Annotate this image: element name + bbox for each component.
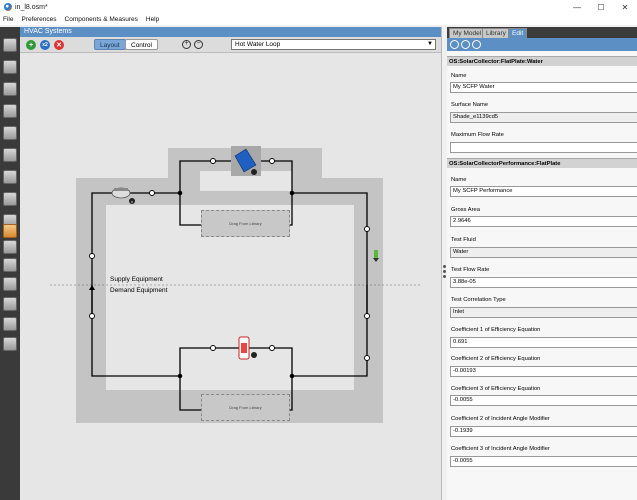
- space-types-icon[interactable]: [3, 126, 17, 140]
- demand-equipment-label: Demand Equipment: [110, 287, 168, 294]
- layout-tab[interactable]: Layout: [94, 39, 126, 50]
- menu-components-measures[interactable]: Components & Measures: [65, 16, 138, 23]
- inspector-panel: My Model Library Edit OS:SolarCollector:…: [447, 27, 637, 500]
- chevron-down-icon: ▼: [427, 41, 433, 47]
- section-header: OS:SolarCollector:FlatPlate:Water: [447, 56, 637, 66]
- zoom-out-icon[interactable]: −: [194, 40, 203, 49]
- performance-name-field[interactable]: My SCFP Performance: [450, 186, 637, 197]
- constructions-icon[interactable]: [3, 82, 17, 96]
- field-label: Coefficient 3 of Efficiency Equation: [451, 386, 541, 392]
- minimize-button[interactable]: —: [565, 0, 589, 14]
- field-label: Surface Name: [451, 102, 489, 108]
- delete-loop-button[interactable]: ✕: [54, 40, 64, 50]
- simulation-settings-icon[interactable]: [3, 258, 17, 272]
- field-label: Coefficient 2 of Incident Angle Modifier: [451, 416, 550, 422]
- drop-zone-supply[interactable]: Drag From Library: [201, 210, 290, 237]
- menu-file[interactable]: File: [3, 16, 13, 23]
- tab-my-model[interactable]: My Model: [449, 28, 486, 38]
- field-label: Name: [451, 73, 467, 79]
- supply-equipment-label: Supply Equipment: [110, 276, 163, 283]
- left-toolbar: [0, 27, 20, 500]
- window-title: in_l8.osm*: [15, 3, 48, 11]
- menu-bar: File Preferences Components & Measures H…: [0, 14, 637, 25]
- control-tab[interactable]: Control: [125, 39, 158, 50]
- field-label: Coefficient 2 of Efficiency Equation: [451, 356, 541, 362]
- tab-library[interactable]: Library: [482, 28, 510, 38]
- settings-icon[interactable]: [450, 40, 459, 49]
- section-header: OS:SolarCollectorPerformance:FlatPlate: [447, 158, 637, 168]
- max-flow-rate-field[interactable]: [450, 142, 637, 153]
- test-flow-rate-field[interactable]: 3.88e-05: [450, 277, 637, 288]
- title-bar: in_l8.osm* — ☐ ✕: [0, 0, 637, 14]
- edit-toolbar: [447, 38, 637, 51]
- tab-edit[interactable]: Edit: [508, 28, 528, 38]
- copy-loop-button[interactable]: x2: [40, 40, 50, 50]
- grip-dot: [443, 270, 446, 273]
- inspector-tabs: My Model Library Edit: [447, 27, 637, 38]
- hvac-toolbar: + x2 ✕ Layout Control + − Hot Water Loop…: [20, 37, 441, 53]
- refresh-icon[interactable]: [461, 40, 470, 49]
- measure-icon[interactable]: [472, 40, 481, 49]
- grip-dot: [443, 275, 446, 278]
- openstudio-icon: [4, 3, 12, 11]
- surface-name-select[interactable]: Shade_e1139cd5: [450, 112, 637, 123]
- drop-zone-demand[interactable]: Drag From Library: [201, 394, 290, 421]
- field-label: Test Flow Rate: [451, 267, 490, 273]
- hvac-systems-icon[interactable]: [3, 224, 17, 238]
- coefficient-3-efficiency-field[interactable]: -0.0055: [450, 395, 637, 406]
- summary-icon[interactable]: [3, 337, 17, 351]
- loop-select-value: Hot Water Loop: [235, 41, 281, 48]
- gross-area-field[interactable]: 2.9646: [450, 216, 637, 227]
- field-label: Test Fluid: [451, 237, 476, 243]
- zoom-in-icon[interactable]: +: [182, 40, 191, 49]
- test-correlation-type-select[interactable]: Inlet: [450, 307, 637, 318]
- field-label: Coefficient 3 of Incident Angle Modifier: [451, 446, 550, 452]
- field-label: Gross Area: [451, 207, 480, 213]
- field-label: Test Correlation Type: [451, 297, 506, 303]
- coefficient-2-incident-angle-field[interactable]: -0.1939: [450, 426, 637, 437]
- coefficient-2-efficiency-field[interactable]: -0.00193: [450, 366, 637, 377]
- hvac-systems-header: HVAC Systems: [20, 27, 441, 37]
- grip-dot: [443, 265, 446, 268]
- results-icon[interactable]: [3, 317, 17, 331]
- loop-select[interactable]: Hot Water Loop ▼: [231, 39, 436, 50]
- svg-text:x: x: [131, 199, 133, 204]
- name-field[interactable]: My SCFP Water: [450, 82, 637, 93]
- schedules-icon[interactable]: [3, 60, 17, 74]
- solar-collector-icon[interactable]: [231, 146, 261, 176]
- close-window-button[interactable]: ✕: [613, 0, 637, 14]
- run-icon[interactable]: [3, 297, 17, 311]
- loop-diagram: x: [50, 146, 420, 423]
- menu-preferences[interactable]: Preferences: [21, 16, 56, 23]
- loads-icon[interactable]: [3, 104, 17, 118]
- field-label: Name: [451, 177, 467, 183]
- hvac-canvas[interactable]: x Drag From Library Drag From Library Su…: [20, 53, 441, 500]
- facility-icon[interactable]: [3, 170, 17, 184]
- window-controls: — ☐ ✕: [565, 0, 637, 14]
- test-fluid-select[interactable]: Water: [450, 247, 637, 258]
- maximize-button[interactable]: ☐: [589, 0, 613, 14]
- measures-icon[interactable]: [3, 277, 17, 291]
- geometry-icon[interactable]: [3, 148, 17, 162]
- add-loop-button[interactable]: +: [26, 40, 36, 50]
- output-variables-icon[interactable]: [3, 240, 17, 254]
- spaces-icon[interactable]: [3, 192, 17, 206]
- coefficient-3-incident-angle-field[interactable]: -0.0055: [450, 456, 637, 467]
- coefficient-1-efficiency-field[interactable]: 0.691: [450, 337, 637, 348]
- menu-help[interactable]: Help: [146, 16, 159, 23]
- site-icon[interactable]: [3, 38, 17, 52]
- field-label: Maximum Flow Rate: [451, 132, 504, 138]
- field-label: Coefficient 1 of Efficiency Equation: [451, 327, 541, 333]
